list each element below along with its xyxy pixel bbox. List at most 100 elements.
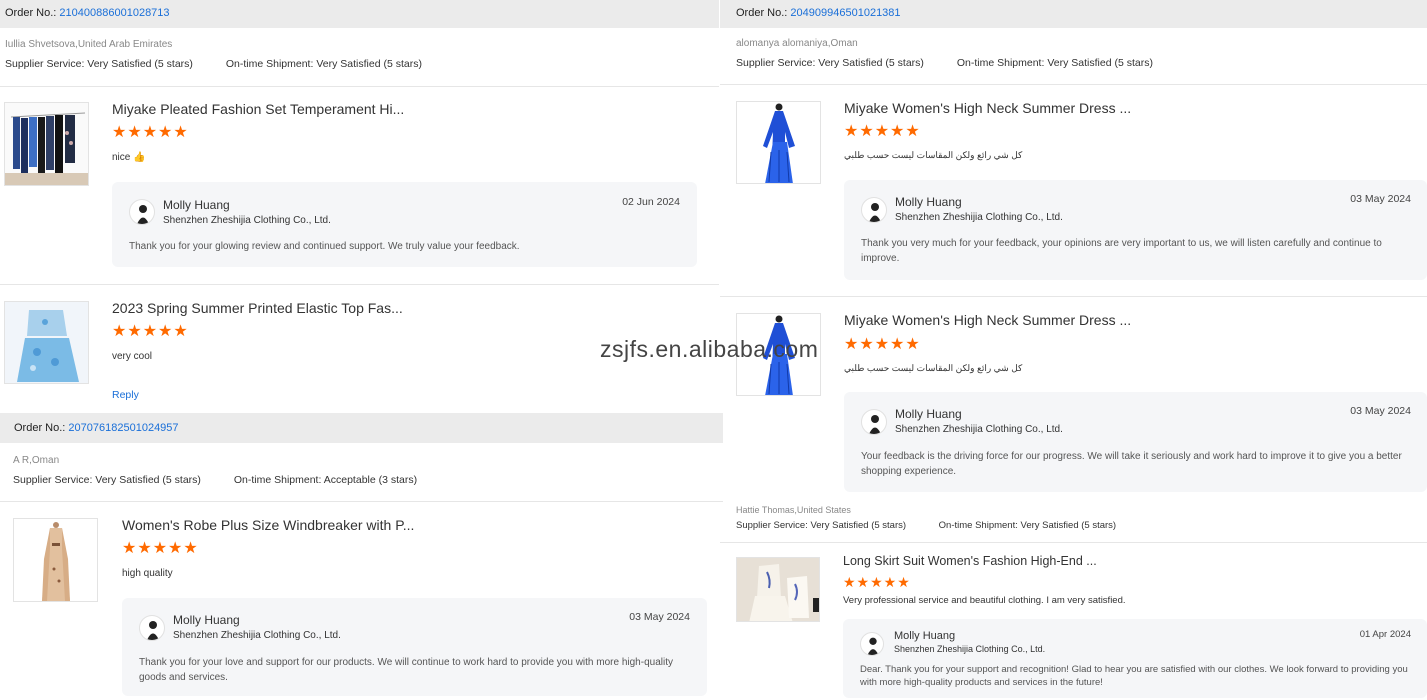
divider xyxy=(720,542,1427,543)
product-title-link[interactable]: Miyake Pleated Fashion Set Temperament H… xyxy=(112,101,404,117)
rating-stars: ★★★★★ xyxy=(844,336,921,353)
reply-date: 03 May 2024 xyxy=(1350,405,1411,417)
replier-company: Shenzhen Zheshijia Clothing Co., Ltd. xyxy=(163,215,331,226)
replier-company: Shenzhen Zheshijia Clothing Co., Ltd. xyxy=(173,630,341,641)
divider xyxy=(0,501,723,502)
reviewer-name: Iullia Shvetsova,United Arab Emirates xyxy=(5,39,173,50)
avatar xyxy=(861,197,887,223)
replier-company: Shenzhen Zheshijia Clothing Co., Ltd. xyxy=(894,644,1046,654)
rating-stars: ★★★★★ xyxy=(112,323,189,340)
replier-name: Molly Huang xyxy=(173,613,240,627)
replier-company: Shenzhen Zheshijia Clothing Co., Ltd. xyxy=(895,212,1063,223)
review-text: Very professional service and beautiful … xyxy=(843,595,1126,606)
shipment-label: On-time Shipment: xyxy=(956,57,1045,69)
supplier-label: Supplier Service: xyxy=(13,474,93,486)
product-title-link[interactable]: Miyake Women's High Neck Summer Dress ..… xyxy=(844,100,1131,116)
reply-message: Thank you very much for your feedback, y… xyxy=(861,238,1382,264)
supplier-reply: Molly Huang Shenzhen Zheshijia Clothing … xyxy=(112,182,697,267)
order-number-link[interactable]: 207076182501024957 xyxy=(68,422,178,434)
shipment-label: On-time Shipment: xyxy=(225,58,314,70)
shipment-value: Very Satisfied xyxy=(1047,57,1112,69)
reviewer-name: alomanya alomaniya,Oman xyxy=(736,38,858,49)
reply-message: Dear. Thank you for your support and rec… xyxy=(860,664,1408,688)
shipment-stars: (3 stars) xyxy=(378,474,418,486)
shipment-label: On-time Shipment: xyxy=(938,520,1018,531)
supplier-stars: (5 stars) xyxy=(885,57,924,69)
supplier-value: Very Satisfied xyxy=(87,58,152,70)
replier-company: Shenzhen Zheshijia Clothing Co., Ltd. xyxy=(895,424,1063,435)
supplier-stars: (5 stars) xyxy=(162,474,201,486)
watermark-text: zsjfs.en.alibaba.com xyxy=(600,336,819,362)
rating-stars: ★★★★★ xyxy=(843,574,911,590)
rating-stars: ★★★★★ xyxy=(122,540,199,557)
supplier-value: Very Satisfied xyxy=(810,520,869,531)
rating-stars: ★★★★★ xyxy=(844,123,921,140)
reply-date: 03 May 2024 xyxy=(629,611,690,623)
product-title-link[interactable]: 2023 Spring Summer Printed Elastic Top F… xyxy=(112,300,403,316)
product-title-link[interactable]: Long Skirt Suit Women's Fashion High-End… xyxy=(843,554,1097,568)
reply-date: 01 Apr 2024 xyxy=(1359,629,1411,640)
divider xyxy=(720,84,1427,85)
divider xyxy=(720,296,1427,297)
shipment-value: Very Satisfied xyxy=(316,58,381,70)
review-text: very cool xyxy=(112,351,153,362)
review-text: high quality xyxy=(122,568,173,579)
reply-date: 02 Jun 2024 xyxy=(622,196,680,208)
divider xyxy=(0,284,719,285)
product-image[interactable] xyxy=(736,101,821,184)
reviewer-name: A R,Oman xyxy=(13,455,60,466)
order-label: Order No.: xyxy=(736,7,788,19)
reply-button[interactable]: Reply xyxy=(112,389,139,401)
supplier-reply: Molly Huang Shenzhen Zheshijia Clothing … xyxy=(844,180,1427,280)
supplier-reply: Molly Huang Shenzhen Zheshijia Clothing … xyxy=(843,619,1427,698)
service-ratings: Supplier Service: Very Satisfied (5 star… xyxy=(736,520,1116,531)
service-ratings: Supplier Service: Very Satisfied (5 star… xyxy=(736,57,1153,69)
avatar xyxy=(861,409,887,435)
avatar xyxy=(129,199,155,225)
review-text: كل شي رائع ولكن المقاسات ليست حسب طلبي xyxy=(844,150,1023,160)
replier-name: Molly Huang xyxy=(895,195,962,209)
avatar xyxy=(860,632,884,656)
avatar xyxy=(139,615,165,641)
supplier-value: Very Satisfied xyxy=(95,474,160,486)
replier-name: Molly Huang xyxy=(895,407,962,421)
supplier-stars: (5 stars) xyxy=(154,58,193,70)
reply-date: 03 May 2024 xyxy=(1350,193,1411,205)
supplier-reply: Molly Huang Shenzhen Zheshijia Clothing … xyxy=(844,392,1427,492)
supplier-reply: Molly Huang Shenzhen Zheshijia Clothing … xyxy=(122,598,707,696)
shipment-label: On-time Shipment: xyxy=(233,474,322,486)
divider xyxy=(0,86,719,87)
shipment-stars: (5 stars) xyxy=(1081,520,1117,531)
order-label: Order No.: xyxy=(5,7,57,19)
supplier-stars: (5 stars) xyxy=(871,520,907,531)
supplier-label: Supplier Service: xyxy=(736,520,808,531)
product-title-link[interactable]: Women's Robe Plus Size Windbreaker with … xyxy=(122,517,414,533)
shipment-stars: (5 stars) xyxy=(383,58,422,70)
reply-message: Thank you for your glowing review and co… xyxy=(129,241,520,252)
reply-message: Thank you for your love and support for … xyxy=(139,657,673,683)
reviewer-name: Hattie Thomas,United States xyxy=(736,505,851,515)
rating-stars: ★★★★★ xyxy=(112,124,189,141)
review-text: nice 👍 xyxy=(112,152,146,163)
service-ratings: Supplier Service: Very Satisfied (5 star… xyxy=(5,58,422,70)
shipment-value: Acceptable xyxy=(323,474,376,486)
order-header: Order No.: 207076182501024957 xyxy=(0,413,723,443)
supplier-label: Supplier Service: xyxy=(736,57,816,69)
service-ratings: Supplier Service: Very Satisfied (5 star… xyxy=(13,474,417,486)
supplier-value: Very Satisfied xyxy=(818,57,883,69)
product-image[interactable] xyxy=(4,301,89,384)
product-title-link[interactable]: Miyake Women's High Neck Summer Dress ..… xyxy=(844,312,1131,328)
shipment-value: Very Satisfied xyxy=(1020,520,1079,531)
replier-name: Molly Huang xyxy=(894,630,956,642)
order-label: Order No.: xyxy=(14,422,66,434)
shipment-stars: (5 stars) xyxy=(1114,57,1153,69)
order-number-link[interactable]: 210400886001028713 xyxy=(59,7,169,19)
product-image[interactable] xyxy=(736,557,820,622)
order-header: Order No.: 204909946501021381 xyxy=(720,0,1427,28)
product-image[interactable] xyxy=(4,102,89,186)
order-header: Order No.: 210400886001028713 xyxy=(0,0,719,28)
product-image[interactable] xyxy=(13,518,98,602)
reply-message: Your feedback is the driving force for o… xyxy=(861,451,1402,477)
review-text: كل شي رائع ولكن المقاسات ليست حسب طلبي xyxy=(844,363,1023,373)
order-number-link[interactable]: 204909946501021381 xyxy=(790,7,900,19)
